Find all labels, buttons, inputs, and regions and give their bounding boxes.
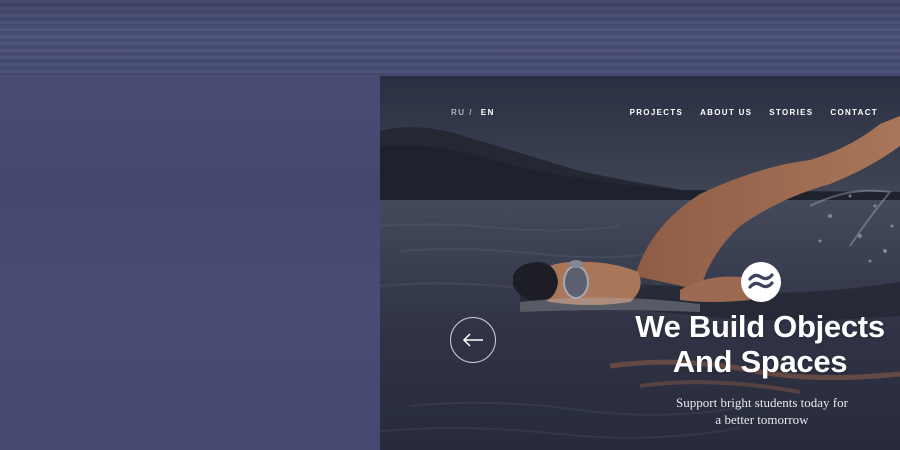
blurred-background-top — [0, 0, 900, 75]
headline-line-2: And Spaces — [672, 344, 848, 379]
subline-line-2: a better tomorrow — [715, 412, 809, 427]
nav-contact[interactable]: CONTACT — [830, 108, 878, 117]
hero-subline: Support bright students today for a bett… — [652, 394, 872, 428]
nav-projects[interactable]: PROJECTS — [630, 108, 684, 117]
nav-stories[interactable]: STORIES — [769, 108, 813, 117]
prev-slide-button[interactable] — [450, 317, 496, 363]
main-nav: PROJECTS ABOUT US STORIES CONTACT — [630, 108, 878, 117]
website-preview: RU / EN PROJECTS ABOUT US STORIES CONTAC… — [380, 76, 900, 450]
wave-logo-icon — [741, 262, 781, 302]
language-switcher: RU / EN — [451, 108, 495, 117]
blurred-background-left — [0, 75, 380, 450]
lang-separator: / — [469, 108, 474, 117]
headline-line-1: We Build Objects — [635, 309, 885, 344]
hero-headline: We Build Objects And Spaces — [610, 309, 900, 379]
subline-line-1: Support bright students today for — [676, 395, 848, 410]
nav-about-us[interactable]: ABOUT US — [700, 108, 752, 117]
lang-en[interactable]: EN — [481, 108, 495, 117]
arrow-left-icon — [462, 333, 483, 347]
lang-ru[interactable]: RU — [451, 108, 466, 117]
